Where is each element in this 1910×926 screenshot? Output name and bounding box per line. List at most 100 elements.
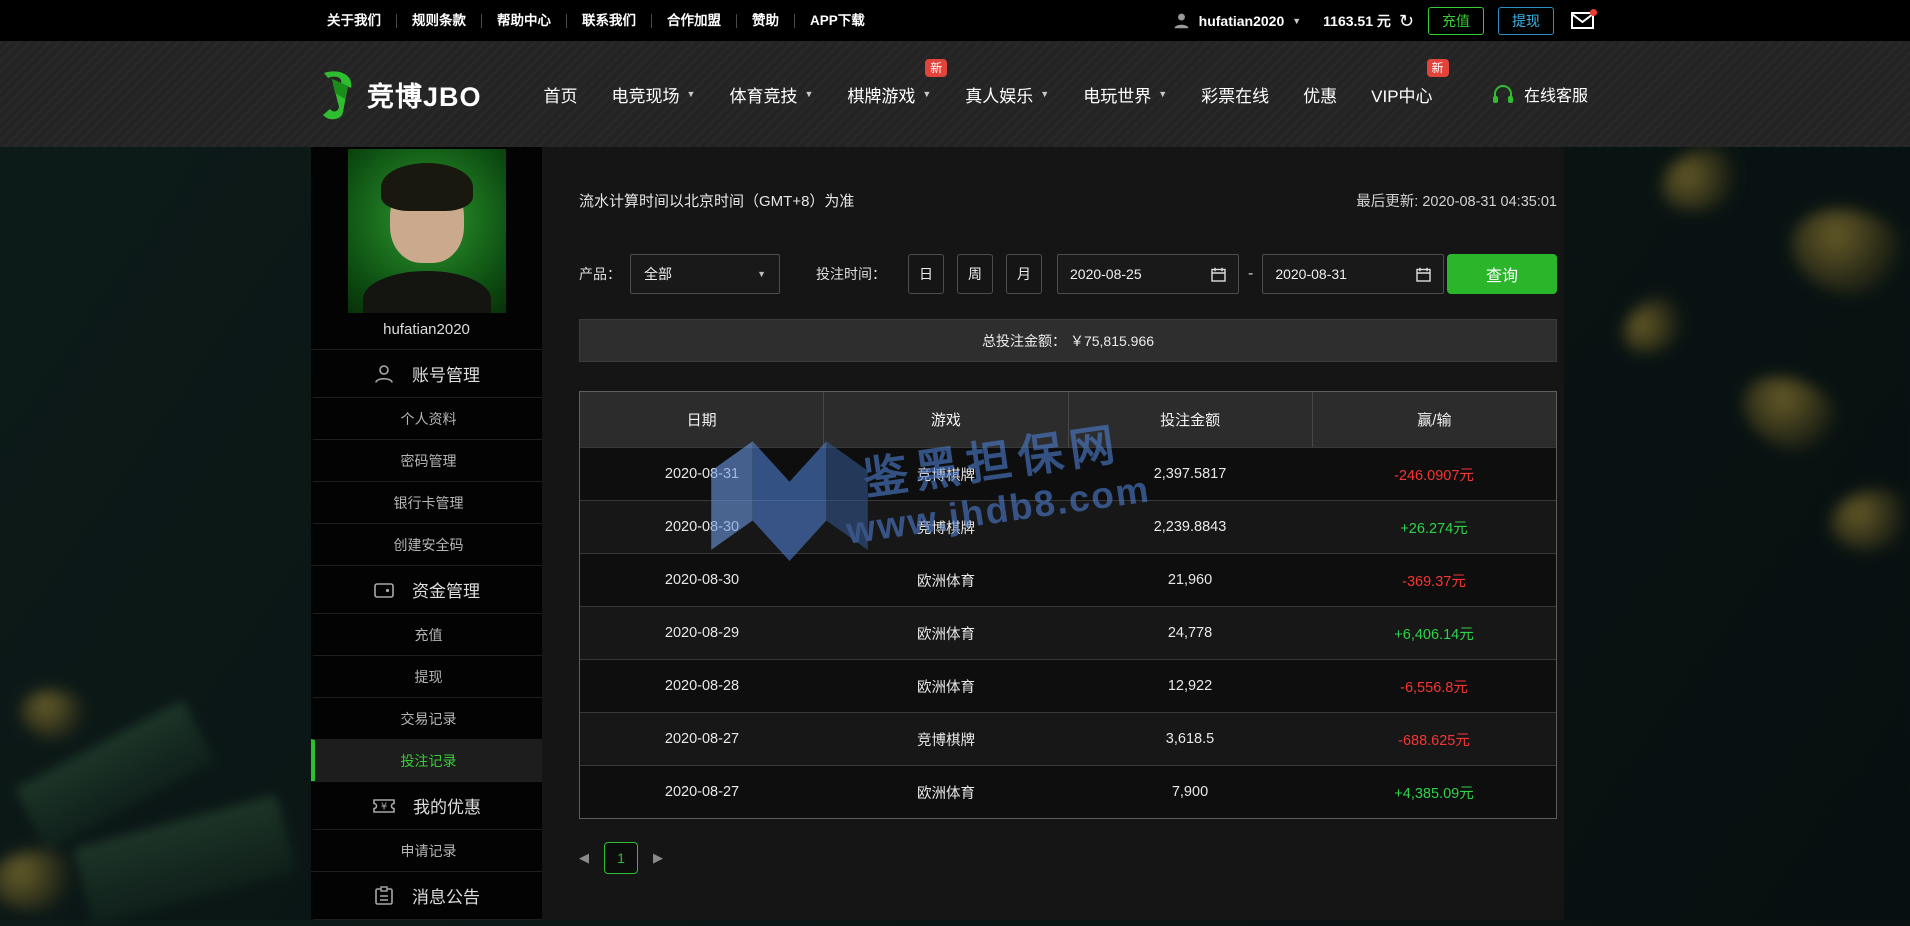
- bet-time-label: 投注时间：: [816, 264, 886, 284]
- nav-item-lottery[interactable]: 彩票在线: [1201, 82, 1269, 107]
- user-icon: [373, 363, 395, 385]
- sidebar-item-profile[interactable]: 个人资料: [311, 397, 542, 439]
- content-wrapper: hufatian2020 账号管理 个人资料 密码管理 银行卡管理 创建安全码 …: [311, 147, 1564, 920]
- product-label: 产品：: [579, 264, 621, 284]
- nav-item-arcade[interactable]: 电玩世界▼: [1083, 82, 1167, 107]
- total-bet-bar: 总投注金额： ￥75,815.966: [579, 319, 1557, 362]
- prev-page-icon[interactable]: ◀: [579, 850, 589, 866]
- top-link-contact[interactable]: 联系我们: [567, 14, 652, 28]
- balance-amount: 1163.51 元: [1323, 11, 1391, 31]
- sidebar-item-security-code[interactable]: 创建安全码: [311, 523, 542, 565]
- table-row: 2020-08-31竞博棋牌2,397.5817-246.0907元: [580, 447, 1556, 500]
- refresh-balance-icon[interactable]: ↻: [1399, 13, 1414, 29]
- nav-item-card-games[interactable]: 棋牌游戏▼新: [847, 82, 931, 107]
- top-link-about[interactable]: 关于我们: [312, 14, 397, 28]
- result-cell: -688.625元: [1312, 729, 1556, 750]
- headset-icon: [1491, 83, 1515, 105]
- chevron-down-icon: ▼: [804, 89, 813, 99]
- period-week-button[interactable]: 周: [957, 254, 993, 294]
- sidebar-item-applications[interactable]: 申请记录: [311, 829, 542, 871]
- top-link-affiliate[interactable]: 合作加盟: [652, 14, 737, 28]
- total-value: ￥75,815.966: [1070, 331, 1154, 351]
- sidebar-section-promos[interactable]: ¥ 我的优惠: [311, 781, 542, 829]
- user-icon: [1172, 11, 1191, 30]
- search-button[interactable]: 查询: [1447, 254, 1557, 294]
- page-number[interactable]: 1: [604, 842, 638, 874]
- bet-records-table: 日期 游戏 投注金额 赢/输 2020-08-31竞博棋牌2,397.5817-…: [579, 391, 1557, 819]
- coupon-icon: ¥: [372, 796, 396, 816]
- svg-text:¥: ¥: [381, 801, 387, 812]
- sidebar-section-funds[interactable]: 资金管理: [311, 565, 542, 613]
- nav-menu: 首页 电竞现场▼ 体育竞技▼ 棋牌游戏▼新 真人娱乐▼ 电玩世界▼ 彩票在线 优…: [544, 82, 1433, 107]
- nav-item-esports-live[interactable]: 电竞现场▼: [612, 82, 696, 107]
- wallet-icon: [373, 579, 395, 601]
- nav-item-vip[interactable]: VIP中心新: [1371, 82, 1432, 107]
- deposit-button[interactable]: 充值: [1428, 7, 1484, 35]
- top-utility-bar: 关于我们 规则条款 帮助中心 联系我们 合作加盟 赞助 APP下载 hufati…: [0, 0, 1910, 41]
- top-link-app-download[interactable]: APP下载: [795, 14, 880, 28]
- table-row: 2020-08-28欧洲体育12,922-6,556.8元: [580, 659, 1556, 712]
- sidebar-section-account[interactable]: 账号管理: [311, 349, 542, 397]
- avatar[interactable]: [348, 149, 506, 313]
- table-row: 2020-08-30竞博棋牌2,239.8843+26.274元: [580, 500, 1556, 553]
- period-month-button[interactable]: 月: [1006, 254, 1042, 294]
- chevron-down-icon: ▼: [1040, 89, 1049, 99]
- table-header: 日期 游戏 投注金额 赢/输: [580, 392, 1556, 447]
- top-link-sponsor[interactable]: 赞助: [737, 14, 795, 28]
- site-logo[interactable]: 竞博JBO: [312, 68, 482, 120]
- chevron-down-icon: ▼: [1158, 89, 1167, 99]
- table-row: 2020-08-27欧洲体育7,900+4,385.09元: [580, 765, 1556, 818]
- notice-icon: [373, 885, 395, 907]
- nav-item-sports[interactable]: 体育竞技▼: [729, 82, 813, 107]
- sidebar-item-bank-cards[interactable]: 银行卡管理: [311, 481, 542, 523]
- last-update-time: 最后更新: 2020-08-31 04:35:01: [1356, 190, 1557, 211]
- col-header-result: 赢/输: [1312, 392, 1556, 447]
- sidebar: hufatian2020 账号管理 个人资料 密码管理 银行卡管理 创建安全码 …: [311, 147, 542, 920]
- col-header-game: 游戏: [823, 392, 1067, 447]
- chevron-down-icon: ▼: [922, 89, 931, 99]
- period-day-button[interactable]: 日: [908, 254, 944, 294]
- username[interactable]: hufatian2020: [1199, 13, 1285, 29]
- pagination: ◀ 1 ▶: [579, 842, 1564, 874]
- top-link-help[interactable]: 帮助中心: [482, 14, 567, 28]
- table-body: 2020-08-31竞博棋牌2,397.5817-246.0907元 2020-…: [580, 447, 1556, 818]
- online-service[interactable]: 在线客服: [1491, 82, 1588, 106]
- chevron-down-icon[interactable]: ▼: [1292, 16, 1301, 26]
- col-header-date: 日期: [580, 392, 823, 447]
- logo-text: 竞博JBO: [367, 75, 482, 114]
- notification-dot: [1590, 9, 1597, 16]
- nav-item-promotions[interactable]: 优惠: [1303, 82, 1337, 107]
- date-from-input[interactable]: 2020-08-25: [1057, 254, 1239, 294]
- chevron-down-icon: ▼: [687, 89, 696, 99]
- product-select[interactable]: 全部 ▼: [630, 254, 780, 294]
- main-nav: 竞博JBO 首页 电竞现场▼ 体育竞技▼ 棋牌游戏▼新 真人娱乐▼ 电玩世界▼ …: [0, 41, 1910, 147]
- messages-icon[interactable]: [1571, 12, 1594, 29]
- top-link-rules[interactable]: 规则条款: [397, 14, 482, 28]
- nav-item-home[interactable]: 首页: [544, 82, 578, 107]
- sidebar-item-withdraw[interactable]: 提现: [311, 655, 542, 697]
- table-row: 2020-08-27竞博棋牌3,618.5-688.625元: [580, 712, 1556, 765]
- new-badge: 新: [925, 59, 947, 77]
- sidebar-item-transactions[interactable]: 交易记录: [311, 697, 542, 739]
- nav-item-live-casino[interactable]: 真人娱乐▼: [965, 82, 1049, 107]
- top-links: 关于我们 规则条款 帮助中心 联系我们 合作加盟 赞助 APP下载: [312, 14, 880, 28]
- total-label: 总投注金额：: [982, 331, 1066, 351]
- next-page-icon[interactable]: ▶: [653, 850, 663, 866]
- sidebar-item-bet-records[interactable]: 投注记录: [311, 739, 542, 781]
- filter-bar: 产品： 全部 ▼ 投注时间： 日 周 月 2020-08-25 - 2020-0…: [579, 254, 1557, 294]
- result-cell: +4,385.09元: [1312, 782, 1556, 803]
- date-to-input[interactable]: 2020-08-31: [1262, 254, 1444, 294]
- sidebar-section-announcements[interactable]: 消息公告: [311, 871, 542, 919]
- sidebar-item-deposit[interactable]: 充值: [311, 613, 542, 655]
- calendar-icon: [1211, 267, 1226, 282]
- sidebar-username: hufatian2020: [311, 313, 542, 349]
- table-row: 2020-08-29欧洲体育24,778+6,406.14元: [580, 606, 1556, 659]
- main-panel: 流水计算时间以北京时间（GMT+8）为准 最后更新: 2020-08-31 04…: [542, 147, 1564, 920]
- result-cell: -369.37元: [1312, 570, 1556, 591]
- timezone-notice: 流水计算时间以北京时间（GMT+8）为准: [579, 190, 854, 211]
- sidebar-item-password[interactable]: 密码管理: [311, 439, 542, 481]
- logo-icon: [312, 68, 358, 120]
- withdraw-button[interactable]: 提现: [1498, 7, 1554, 35]
- chevron-down-icon: ▼: [757, 269, 766, 279]
- result-cell: +26.274元: [1312, 517, 1556, 538]
